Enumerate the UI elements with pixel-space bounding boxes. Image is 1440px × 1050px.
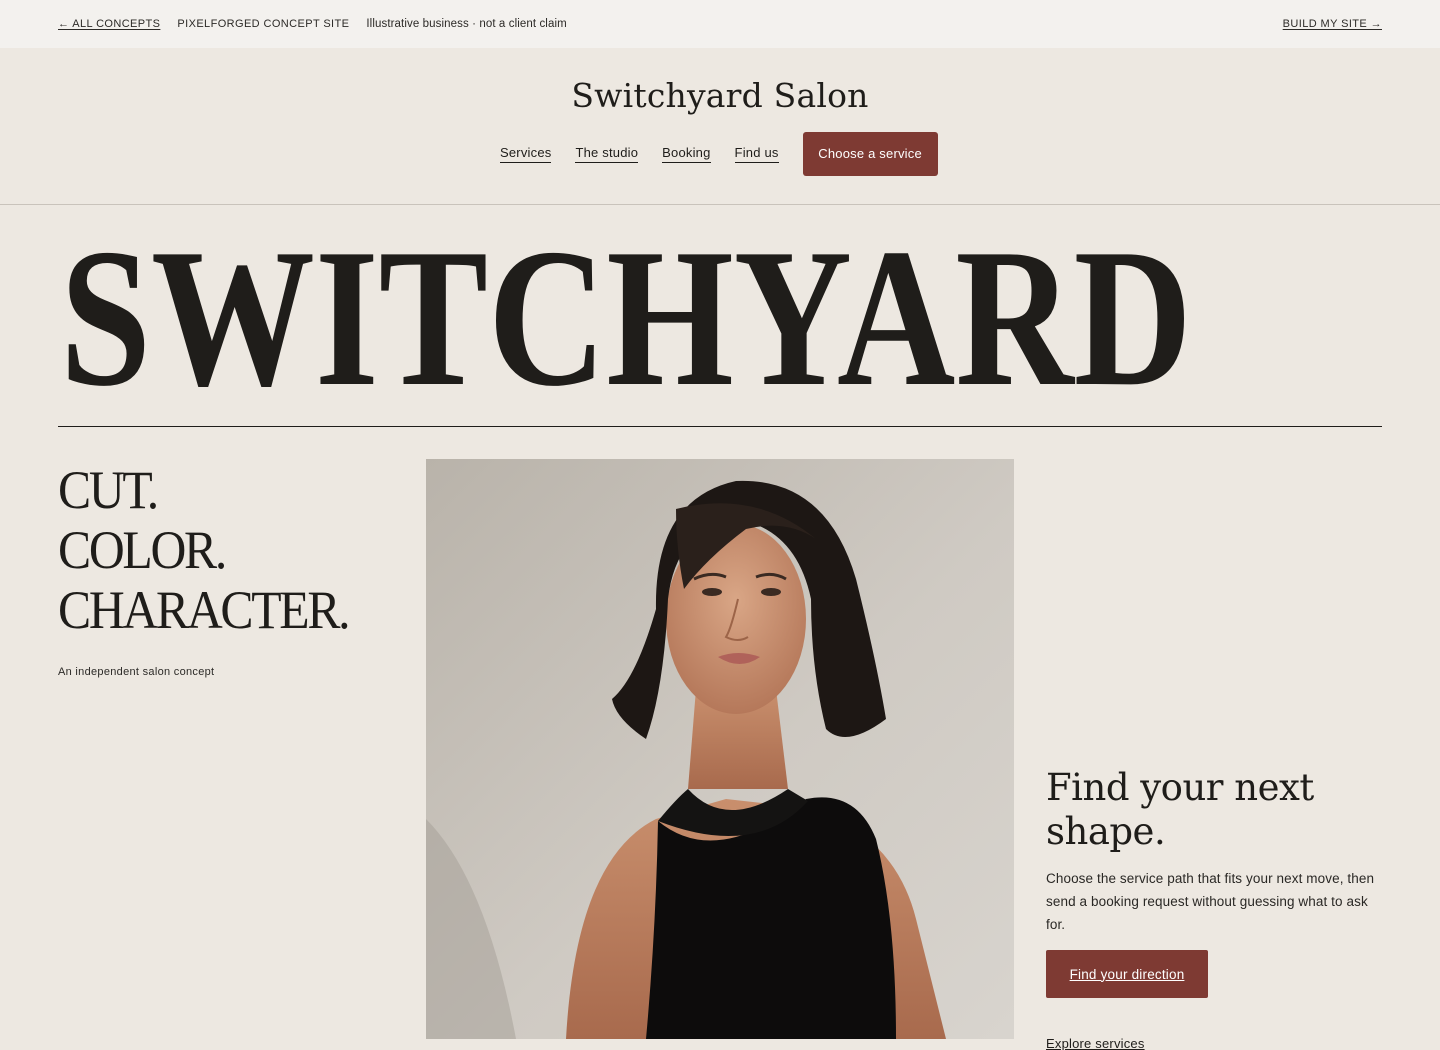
nav-services[interactable]: Services bbox=[500, 145, 552, 163]
hero-subline: An independent salon concept bbox=[58, 666, 215, 678]
find-direction-button[interactable]: Find your direction bbox=[1046, 950, 1208, 998]
header-divider bbox=[0, 204, 1440, 205]
main-nav: Services The studio Booking Find us Choo… bbox=[500, 132, 938, 176]
hero-wordmark: SWITCHYARD bbox=[60, 208, 1200, 408]
tagline-line-color: COLOR. bbox=[58, 520, 227, 580]
concept-bar: ← ALL CONCEPTS PIXELFORGED CONCEPT SITE … bbox=[0, 0, 1440, 48]
choose-service-button[interactable]: Choose a service bbox=[802, 132, 938, 176]
explore-services-link[interactable]: Explore services bbox=[1046, 1036, 1145, 1050]
hero-photo bbox=[426, 459, 1014, 1039]
concept-site-label: PIXELFORGED CONCEPT SITE bbox=[177, 18, 350, 30]
hero-tagline: CUT. COLOR. CHARACTER. bbox=[58, 460, 351, 640]
nav-the-studio[interactable]: The studio bbox=[575, 145, 639, 163]
hero-wordmark-text: SWITCHYARD bbox=[60, 208, 1192, 408]
brand-name[interactable]: Switchyard Salon bbox=[0, 76, 1440, 115]
wordmark-divider bbox=[58, 426, 1382, 427]
tagline-line-cut: CUT. bbox=[58, 460, 159, 520]
find-title: Find your next shape. bbox=[1046, 766, 1314, 853]
nav-find-us[interactable]: Find us bbox=[734, 145, 779, 163]
nav-booking[interactable]: Booking bbox=[662, 145, 711, 163]
build-my-site-link[interactable]: BUILD MY SITE → bbox=[1283, 18, 1382, 30]
all-concepts-link[interactable]: ← ALL CONCEPTS bbox=[58, 18, 160, 30]
find-description: Choose the service path that fits your n… bbox=[1046, 871, 1375, 932]
tagline-line-character: CHARACTER. bbox=[58, 580, 351, 640]
concept-note: Illustrative business · not a client cla… bbox=[366, 18, 567, 30]
